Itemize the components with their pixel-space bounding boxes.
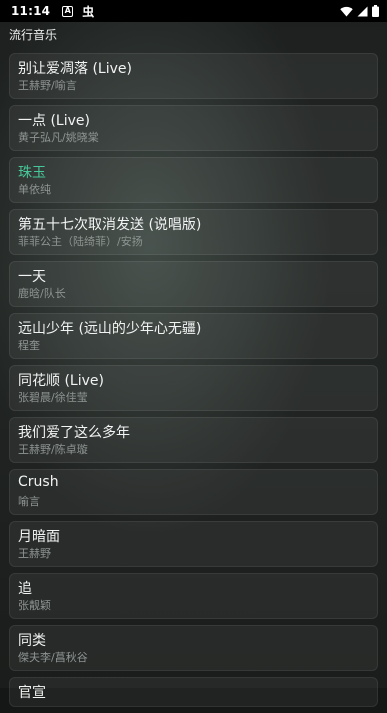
song-list-item[interactable]: 官宣 <box>9 677 378 707</box>
song-artist: 张靓颖 <box>18 599 51 612</box>
song-title: 同花顺 (Live) <box>18 373 104 389</box>
song-list-item[interactable]: 同花顺 (Live) 张碧晨/徐佳莹 <box>9 365 378 411</box>
song-artist: 鹿晗/队长 <box>18 287 66 300</box>
song-list-item[interactable]: 第五十七次取消发送 (说唱版) 菲菲公主（陆绮菲）/安扬 <box>9 209 378 255</box>
song-title: 珠玉 <box>18 165 46 181</box>
status-time: 11:14 <box>11 4 51 18</box>
status-icons <box>340 5 379 17</box>
song-artist: 王赫野 <box>18 547 51 560</box>
song-title: 我们爱了这么多年 <box>18 425 130 441</box>
song-title: 一点 (Live) <box>18 113 90 129</box>
signal-icon <box>357 6 368 16</box>
song-title: 官宣 <box>18 685 46 701</box>
song-artist: 单依纯 <box>18 183 51 196</box>
song-title: 第五十七次取消发送 (说唱版) <box>18 217 202 233</box>
song-artist: 张碧晨/徐佳莹 <box>18 391 88 404</box>
song-list-item[interactable]: 追张靓颖 <box>9 573 378 619</box>
song-title: 追 <box>18 581 32 597</box>
bug-icon: 虫 <box>82 4 95 19</box>
song-list-item[interactable]: 珠玉 单依纯 <box>9 157 378 203</box>
song-title: 月暗面 <box>18 529 60 545</box>
song-artist: 程奎 <box>18 339 40 352</box>
wifi-icon <box>340 6 353 16</box>
song-artist: 菲菲公主（陆绮菲）/安扬 <box>18 235 143 248</box>
song-list-item[interactable]: 一天鹿晗/队长 <box>9 261 378 307</box>
song-artist: 傑夫李/菖秋谷 <box>18 651 88 664</box>
song-list-item[interactable]: 月暗面 王赫野 <box>9 521 378 567</box>
song-list-item[interactable]: 别让爱凋落 (Live) 王赫野/喻言 <box>9 53 378 99</box>
song-list-item[interactable]: 一点 (Live) 黄子弘凡/姚晓棠 <box>9 105 378 151</box>
song-artist: 王赫野/喻言 <box>18 79 77 92</box>
song-artist: 喻言 <box>18 495 40 508</box>
song-list-item[interactable]: 同类傑夫李/菖秋谷 <box>9 625 378 671</box>
notification-icon: A <box>62 5 74 17</box>
song-title: 一天 <box>18 269 46 285</box>
song-title: 同类 <box>18 633 46 649</box>
status-bar: 11:14 A 虫 <box>0 0 387 22</box>
song-list-item[interactable]: 远山少年 (远山的少年心无疆) 程奎 <box>9 313 378 359</box>
song-title: Crush <box>18 474 59 490</box>
song-list: 别让爱凋落 (Live) 王赫野/喻言 一点 (Live) 黄子弘凡/姚晓棠 珠玉单依纯… <box>9 53 378 713</box>
song-title: 别让爱凋落 (Live) <box>18 61 132 77</box>
song-title: 远山少年 (远山的少年心无疆) <box>18 321 202 337</box>
song-list-item[interactable]: 我们爱了这么多年 王赫野/陈卓璇 <box>9 417 378 463</box>
song-artist: 黄子弘凡/姚晓棠 <box>18 131 99 144</box>
page-title: 流行音乐 <box>9 28 58 42</box>
battery-icon <box>372 5 379 17</box>
song-list-item[interactable]: Crush 喻言 <box>9 469 378 515</box>
song-artist: 王赫野/陈卓璇 <box>18 443 88 456</box>
